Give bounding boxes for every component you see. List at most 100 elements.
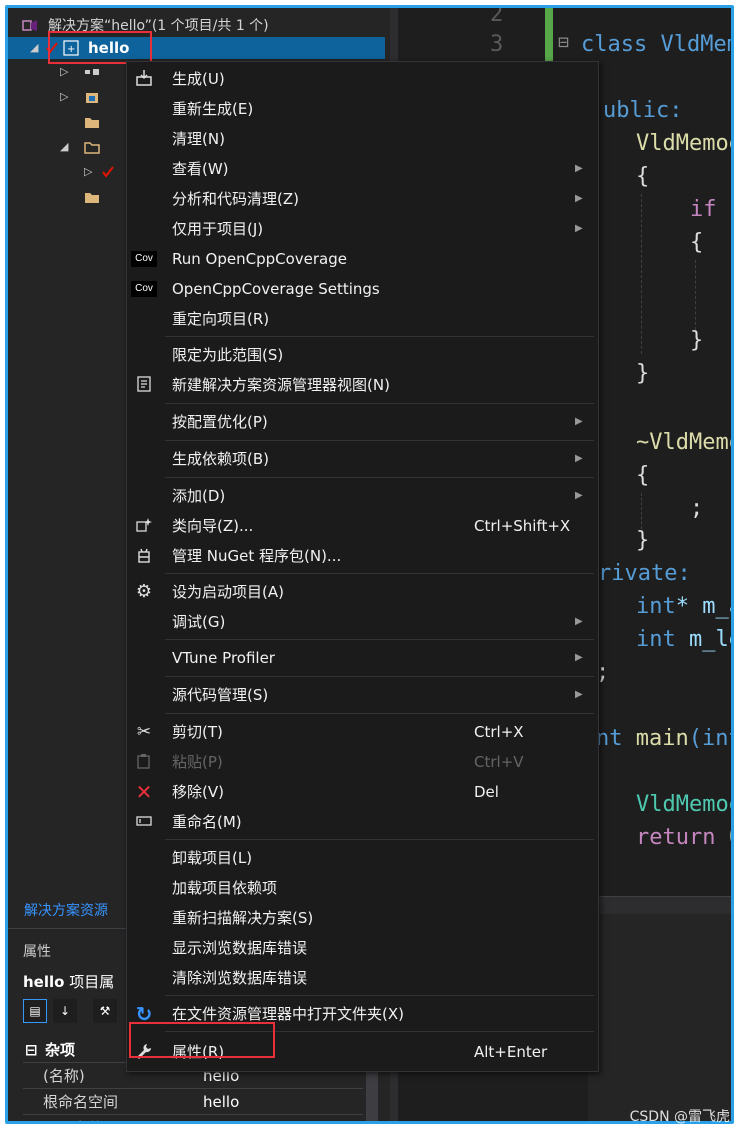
menu-item-nuget[interactable]: 管理 NuGet 程序包(N)...: [127, 541, 598, 571]
menu-item-clean[interactable]: 清理(N): [127, 124, 598, 154]
menu-item-properties[interactable]: 属性(R) Alt+Enter: [127, 1037, 598, 1067]
code-line: class VldMem: [581, 32, 734, 57]
menu-item-label: 清理(N): [172, 130, 225, 148]
menu-separator: [165, 713, 594, 714]
code-line: }: [636, 528, 650, 553]
menu-item-rebuild[interactable]: 重新生成(E): [127, 94, 598, 124]
submenu-arrow-icon: ▶: [575, 652, 583, 663]
menu-item-label: 管理 NuGet 程序包(N)...: [172, 547, 342, 565]
rename-icon: [133, 812, 155, 832]
code-line: ;: [690, 496, 704, 521]
menu-item-debug[interactable]: 调试(G) ▶: [127, 607, 598, 637]
menu-item-pgo[interactable]: 按配置优化(P) ▶: [127, 407, 598, 437]
checked-out-icon: [46, 42, 58, 54]
menu-item-new-explorer-view[interactable]: 新建解决方案资源管理器视图(N): [127, 370, 598, 400]
svg-text:+: +: [67, 44, 75, 55]
checked-out-icon: [102, 166, 114, 178]
code-line: rivate:: [598, 561, 691, 586]
menu-item-remove[interactable]: ✕ 移除(V) Del: [127, 777, 598, 807]
collapse-category-icon[interactable]: ⊟: [25, 1037, 38, 1063]
submenu-arrow-icon: ▶: [575, 689, 583, 700]
alphabetical-sort-icon[interactable]: ↓: [53, 999, 77, 1023]
menu-item-project-only[interactable]: 仅用于项目(J) ▶: [127, 214, 598, 244]
menu-item-label: 显示浏览数据库错误: [172, 939, 308, 957]
submenu-arrow-icon: ▶: [575, 616, 583, 627]
menu-item-open-folder[interactable]: ↻ 在文件资源管理器中打开文件夹(X): [127, 999, 598, 1029]
project-icon: +: [63, 40, 79, 56]
menu-item-load-deps[interactable]: 加载项目依赖项: [127, 873, 598, 903]
fold-icon[interactable]: ⊟: [558, 32, 569, 53]
menu-item-unload[interactable]: 卸载项目(L): [127, 843, 598, 873]
tree-item-headers[interactable]: [8, 111, 126, 133]
menu-item-view[interactable]: 查看(W) ▶: [127, 154, 598, 184]
property-value[interactable]: D:\...: [203, 1115, 239, 1121]
tree-item-sources[interactable]: ◢: [8, 136, 126, 158]
menu-item-class-wizard[interactable]: 类向导(Z)... Ctrl+Shift+X: [127, 511, 598, 541]
menu-item-add[interactable]: 添加(D) ▶: [127, 481, 598, 511]
menu-item-run-coverage[interactable]: Cov Run OpenCppCoverage: [127, 244, 598, 274]
project-label: hello: [88, 39, 130, 57]
properties-subject: hello 项目属: [23, 971, 114, 992]
collapse-arrow-icon[interactable]: ▷: [84, 161, 92, 183]
menu-item-label: 移除(V): [172, 783, 224, 801]
menu-item-label: 属性(R): [172, 1043, 225, 1061]
code-keyword: int: [636, 627, 676, 652]
menu-item-label: 重定向项目(R): [172, 310, 270, 328]
collapse-arrow-icon[interactable]: ▷: [60, 61, 68, 83]
property-row[interactable]: 根命名空间 hello: [23, 1089, 363, 1115]
indent-guide: [695, 260, 696, 330]
menu-separator: [165, 839, 594, 840]
gear-icon: ⚙: [135, 581, 153, 602]
property-pages-icon[interactable]: ⚒: [93, 999, 117, 1023]
menu-item-label: VTune Profiler: [172, 649, 275, 667]
menu-item-build-dependencies[interactable]: 生成依赖项(B) ▶: [127, 444, 598, 474]
menu-item-retarget[interactable]: 重定向项目(R): [127, 304, 598, 334]
menu-item-label: 重命名(M): [172, 813, 242, 831]
filter-folder-icon: [85, 193, 99, 203]
menu-item-build[interactable]: 生成(U): [127, 64, 598, 94]
tree-item-resources[interactable]: [8, 186, 126, 208]
menu-item-show-db-errors[interactable]: 显示浏览数据库错误: [127, 933, 598, 963]
tree-item-cpp[interactable]: ▷: [8, 161, 126, 183]
menu-separator: [165, 995, 594, 996]
code-text: 0: [715, 825, 731, 850]
menu-item-cut[interactable]: ✂ 剪切(T) Ctrl+X: [127, 717, 598, 747]
code-keyword: int: [636, 594, 676, 619]
code-keyword: nt: [596, 726, 623, 751]
project-node[interactable]: ◢ + hello: [8, 37, 385, 59]
tree-item-external[interactable]: ▷: [8, 86, 126, 108]
menu-item-rename[interactable]: 重命名(M): [127, 807, 598, 837]
menu-item-label: 设为启动项目(A): [172, 583, 284, 601]
menu-item-clear-db-errors[interactable]: 清除浏览数据库错误: [127, 963, 598, 993]
expand-arrow-icon[interactable]: ◢: [30, 37, 38, 59]
editor-horizontal-scrollbar[interactable]: [588, 896, 731, 914]
menu-item-scope[interactable]: 限定为此范围(S): [127, 340, 598, 370]
category-label: 杂项: [45, 1041, 76, 1059]
watermark: CSDN @雷飞虎: [629, 1109, 730, 1125]
code-line: {: [636, 463, 650, 488]
menu-item-label: 按配置优化(P): [172, 413, 268, 431]
tree-item-references[interactable]: ▷: [8, 61, 126, 83]
menu-item-analyze[interactable]: 分析和代码清理(Z) ▶: [127, 184, 598, 214]
property-key: (名称): [43, 1067, 85, 1085]
menu-item-label: 清除浏览数据库错误: [172, 969, 308, 987]
menu-item-source-control[interactable]: 源代码管理(S) ▶: [127, 680, 598, 710]
menu-item-vtune[interactable]: VTune Profiler ▶: [127, 643, 598, 673]
property-row[interactable]: 项目文件 D:\...: [23, 1115, 363, 1121]
ide-window: 解决方案“hello”(1 个项目/共 1 个) ◢ + hello ▷ ▷ ◢…: [5, 5, 734, 1124]
code-keyword: return: [636, 825, 716, 850]
menu-item-coverage-settings[interactable]: Cov OpenCppCoverage Settings: [127, 274, 598, 304]
menu-item-paste[interactable]: 粘贴(P) Ctrl+V: [127, 747, 598, 777]
menu-item-label: 重新扫描解决方案(S): [172, 909, 314, 927]
menu-item-rescan[interactable]: 重新扫描解决方案(S): [127, 903, 598, 933]
categorized-view-icon[interactable]: ▤: [23, 999, 47, 1023]
submenu-arrow-icon: ▶: [575, 223, 583, 234]
solution-node[interactable]: 解决方案“hello”(1 个项目/共 1 个): [8, 15, 385, 37]
menu-item-label: 重新生成(E): [172, 100, 254, 118]
menu-item-set-startup[interactable]: ⚙ 设为启动项目(A): [127, 577, 598, 607]
tab-solution-explorer[interactable]: 解决方案资源: [24, 900, 108, 920]
collapse-arrow-icon[interactable]: ▷: [60, 86, 68, 108]
expand-arrow-icon[interactable]: ◢: [60, 136, 68, 158]
solution-label: 解决方案“hello”(1 个项目/共 1 个): [48, 18, 269, 34]
property-value[interactable]: hello: [203, 1089, 239, 1115]
